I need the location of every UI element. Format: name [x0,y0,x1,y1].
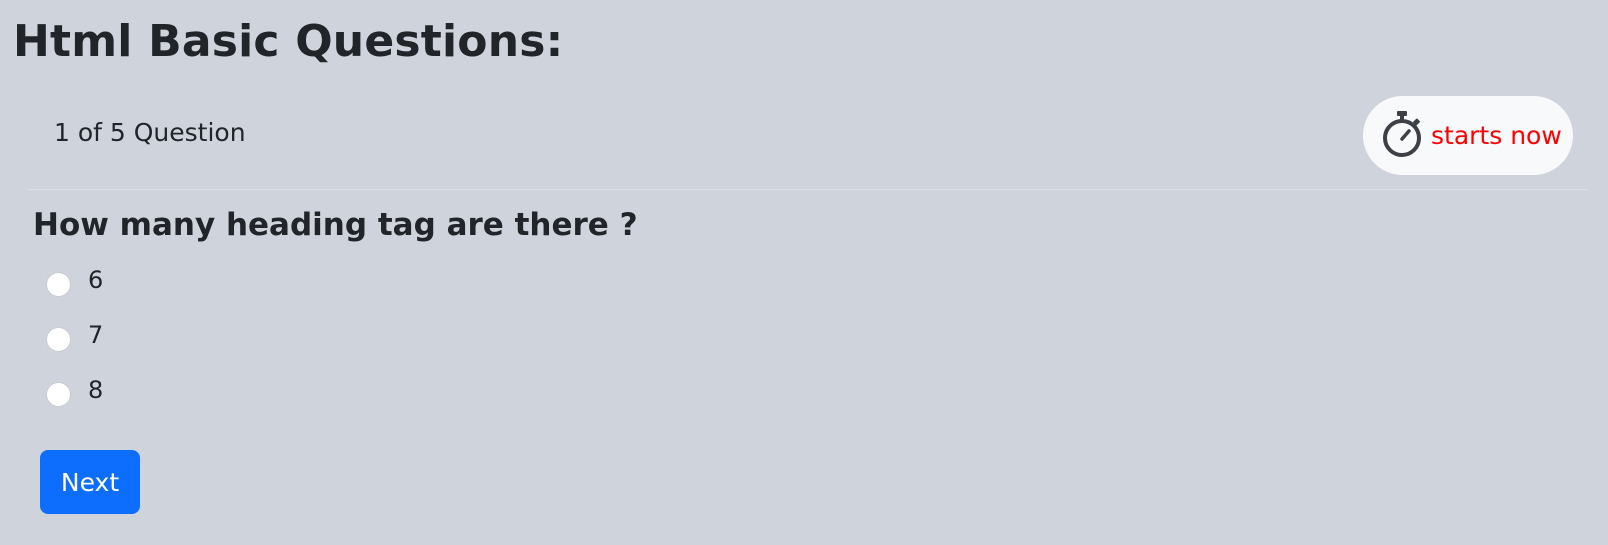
answer-option[interactable]: 6 [46,264,246,319]
answer-options: 6 7 8 [46,264,246,429]
next-button[interactable]: Next [40,450,140,514]
page-title: Html Basic Questions: [13,16,564,67]
question-text: How many heading tag are there ? [33,207,638,243]
radio-button[interactable] [46,272,71,297]
timer-badge: starts now [1363,96,1573,175]
timer-status-text: starts now [1431,120,1562,150]
radio-button[interactable] [46,382,71,407]
answer-option[interactable]: 7 [46,319,246,374]
stopwatch-icon [1381,110,1423,162]
question-counter: 1 of 5 Question [54,118,246,147]
radio-button[interactable] [46,327,71,352]
quiz-header: 1 of 5 Question starts now [27,96,1587,190]
answer-option[interactable]: 8 [46,374,246,429]
answer-option-label[interactable]: 6 [88,264,103,296]
answer-option-label[interactable]: 7 [88,319,103,351]
answer-option-label[interactable]: 8 [88,374,103,406]
